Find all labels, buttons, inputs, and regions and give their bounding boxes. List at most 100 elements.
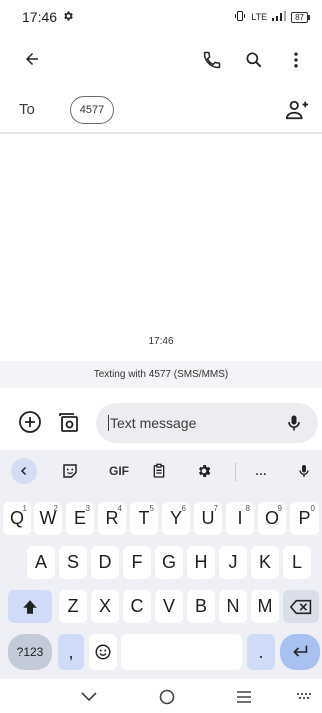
key-j[interactable]: J <box>219 546 247 579</box>
key-hint: 4 <box>117 504 122 513</box>
arrow-left-icon <box>26 53 38 65</box>
key-g[interactable]: G <box>155 546 183 579</box>
nav-back-button[interactable] <box>74 687 104 707</box>
shift-key[interactable] <box>8 590 52 623</box>
key-a[interactable]: A <box>27 546 55 579</box>
add-recipient-button[interactable] <box>282 97 312 123</box>
call-button[interactable] <box>194 45 230 75</box>
key-z[interactable]: Z <box>59 590 87 623</box>
chevron-down-icon <box>81 692 97 702</box>
comma-key[interactable]: , <box>58 634 84 670</box>
nav-home-button[interactable] <box>152 687 182 707</box>
status-right: LTE 87 <box>234 10 310 24</box>
key-hint: 6 <box>181 504 186 513</box>
gear-icon <box>62 9 74 25</box>
period-key[interactable]: . <box>247 634 275 670</box>
key-f[interactable]: F <box>123 546 151 579</box>
key-w[interactable]: W2 <box>34 502 62 535</box>
more-vertical-icon <box>294 52 298 68</box>
key-hint: 0 <box>310 504 315 513</box>
key-q[interactable]: Q1 <box>3 502 31 535</box>
settings-button[interactable] <box>190 458 218 484</box>
status-time: 17:46 <box>22 9 58 25</box>
more-options-button[interactable] <box>278 45 314 75</box>
key-i[interactable]: I8 <box>226 502 254 535</box>
vibrate-icon <box>234 10 246 24</box>
symbols-key[interactable]: ?123 <box>8 634 52 670</box>
mic-icon <box>299 465 309 477</box>
key-v[interactable]: V <box>155 590 183 623</box>
key-x[interactable]: X <box>91 590 119 623</box>
plus-circle-icon <box>19 411 41 433</box>
back-button[interactable] <box>18 45 46 73</box>
key-c[interactable]: C <box>123 590 151 623</box>
key-hint: 2 <box>53 504 58 513</box>
key-label: Y <box>169 508 182 528</box>
text-caret <box>108 415 109 431</box>
more-tools-button[interactable]: … <box>247 458 275 484</box>
message-timestamp: 17:46 <box>148 336 174 347</box>
sticker-icon <box>63 464 77 478</box>
key-l[interactable]: L <box>283 546 311 579</box>
gallery-button[interactable] <box>56 410 80 439</box>
compose-bar: Text message <box>0 398 322 450</box>
key-e[interactable]: E3 <box>66 502 94 535</box>
key-r[interactable]: R4 <box>98 502 126 535</box>
chevron-left-icon <box>20 466 27 476</box>
to-label: To <box>19 101 35 118</box>
phone-icon <box>203 51 221 69</box>
clipboard-button[interactable] <box>145 458 173 484</box>
key-label: P <box>298 508 311 528</box>
key-hint: 5 <box>149 504 154 513</box>
key-d[interactable]: D <box>91 546 119 579</box>
person-add-icon <box>285 100 308 120</box>
space-key[interactable] <box>121 634 242 670</box>
keyboard-collapse-button[interactable] <box>11 458 37 484</box>
attach-button[interactable] <box>18 410 42 439</box>
key-y[interactable]: Y6 <box>162 502 190 535</box>
keyboard: GIF … Q1 W2 E3 R4 T5 Y6 U7 I8 O9 P0 A S … <box>0 450 322 679</box>
signal-icon <box>272 11 287 23</box>
toolbar-divider <box>235 463 236 481</box>
key-p[interactable]: P0 <box>290 502 319 535</box>
app-bar <box>0 40 322 80</box>
message-input[interactable]: Text message <box>96 403 318 443</box>
key-label: U <box>201 508 215 528</box>
key-t[interactable]: T5 <box>130 502 158 535</box>
backspace-key[interactable] <box>283 590 319 623</box>
enter-key[interactable] <box>280 634 320 670</box>
key-s[interactable]: S <box>59 546 87 579</box>
key-k[interactable]: K <box>251 546 279 579</box>
key-hint: 1 <box>22 504 27 513</box>
key-n[interactable]: N <box>219 590 247 623</box>
emoji-key[interactable] <box>89 634 117 670</box>
key-hint: 8 <box>245 504 250 513</box>
mic-icon <box>288 415 300 431</box>
battery-indicator: 87 <box>291 11 310 23</box>
sticker-button[interactable] <box>56 458 84 484</box>
app-bar-actions <box>194 45 314 75</box>
key-hint: 9 <box>277 504 282 513</box>
return-icon <box>293 645 308 657</box>
mic-button[interactable] <box>284 412 304 437</box>
emoji-icon <box>95 644 111 660</box>
system-nav-bar <box>0 680 322 713</box>
key-b[interactable]: B <box>187 590 215 623</box>
key-m[interactable]: M <box>251 590 279 623</box>
key-o[interactable]: O9 <box>258 502 286 535</box>
recipient-chip[interactable]: 4577 <box>70 96 114 124</box>
key-label: R <box>105 508 119 528</box>
key-u[interactable]: U7 <box>194 502 222 535</box>
search-button[interactable] <box>236 45 272 75</box>
keyboard-icon <box>297 693 311 699</box>
clipboard-icon <box>153 463 165 478</box>
camera-gallery-icon <box>59 413 78 432</box>
nav-keyboard-button[interactable] <box>290 687 320 707</box>
message-placeholder: Text message <box>110 415 197 431</box>
key-h[interactable]: H <box>187 546 215 579</box>
nav-recents-button[interactable] <box>229 687 259 707</box>
network-type: LTE <box>251 12 268 22</box>
voice-input-button[interactable] <box>290 458 318 484</box>
gif-button[interactable]: GIF <box>103 458 135 484</box>
key-label: E <box>73 508 86 528</box>
